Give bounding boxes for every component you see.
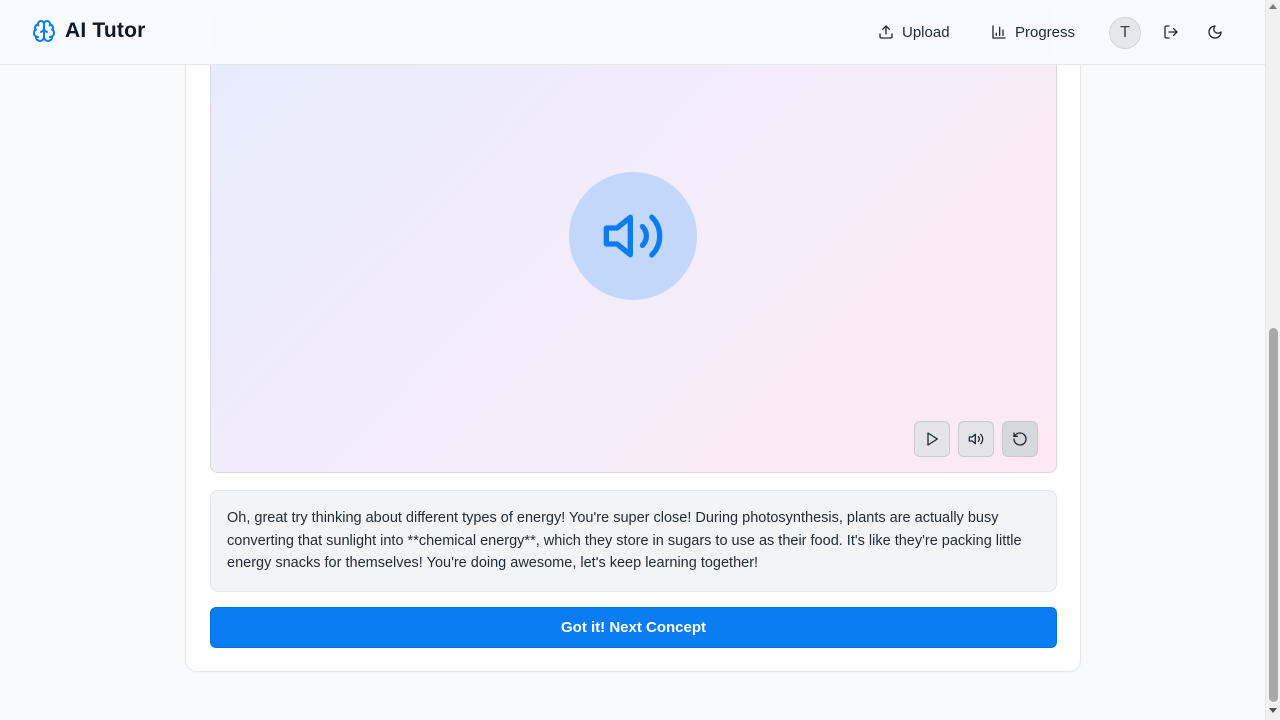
scroll-up-arrow[interactable] [1269, 4, 1277, 9]
moon-icon [1208, 25, 1222, 39]
avatar[interactable]: T [1109, 17, 1141, 49]
play-button[interactable] [914, 421, 950, 457]
progress-label: Progress [1015, 23, 1076, 41]
speaker-volume-icon [603, 214, 663, 258]
speaker-circle [569, 172, 697, 300]
next-concept-label: Got it! Next Concept [561, 619, 706, 636]
brand-title: AI Tutor [65, 19, 146, 42]
top-header: AI Tutor Upload Progress T [0, 0, 1265, 65]
upload-label: Upload [902, 23, 950, 41]
logout-icon [1164, 25, 1178, 39]
audio-button[interactable] [958, 421, 994, 457]
theme-toggle-button[interactable] [1203, 20, 1227, 44]
brand[interactable]: AI Tutor [32, 19, 146, 43]
replay-button[interactable] [1002, 421, 1038, 457]
play-icon [927, 432, 938, 446]
page: Oh, great try thinking about different t… [0, 0, 1280, 720]
scroll-thumb[interactable] [1269, 328, 1278, 702]
brain-icon [33, 20, 55, 42]
vertical-scrollbar[interactable] [1265, 0, 1280, 720]
progress-button[interactable]: Progress [991, 20, 1075, 44]
bar-chart-icon [992, 25, 1006, 39]
lesson-card: Oh, great try thinking about different t… [185, 0, 1081, 672]
feedback-text: Oh, great try thinking about different t… [227, 510, 1022, 571]
rotate-ccw-icon [1013, 432, 1027, 446]
scroll-down-arrow[interactable] [1269, 708, 1277, 713]
volume-icon [968, 433, 984, 445]
upload-icon [879, 25, 893, 39]
audio-player [210, 0, 1057, 473]
logout-button[interactable] [1159, 20, 1183, 44]
next-concept-button[interactable]: Got it! Next Concept [210, 607, 1057, 648]
feedback-box: Oh, great try thinking about different t… [210, 490, 1057, 592]
upload-button[interactable]: Upload [878, 20, 950, 44]
avatar-initial: T [1120, 24, 1130, 41]
